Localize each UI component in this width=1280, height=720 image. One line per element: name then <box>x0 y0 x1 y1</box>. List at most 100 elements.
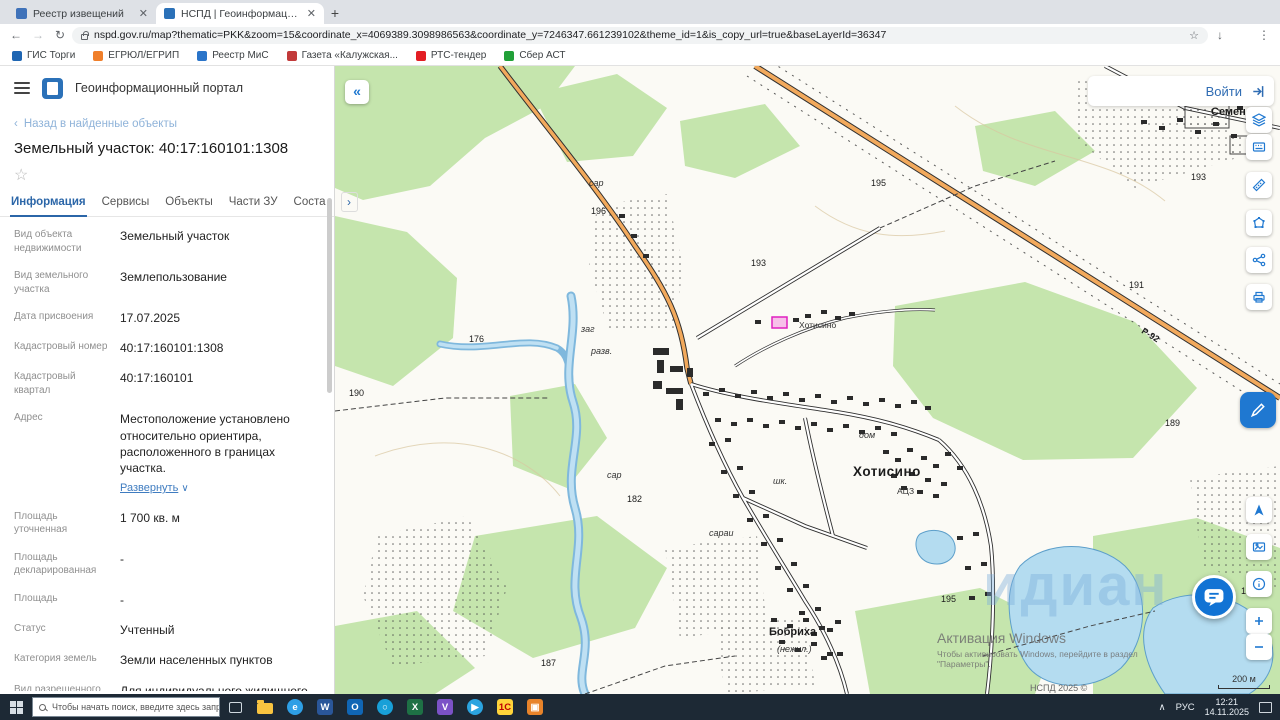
tab-favicon <box>164 8 175 19</box>
legend-button[interactable] <box>1246 134 1272 160</box>
system-tray: ∧ РУС 12:21 14.11.2025 <box>1159 697 1280 718</box>
tabs-scroll-right-icon[interactable]: › <box>340 191 358 212</box>
bookmark-star-icon[interactable]: ☆ <box>1189 29 1199 42</box>
field-value: 1 700 кв. м <box>120 510 180 525</box>
telegram-icon: ▶ <box>467 699 483 715</box>
word-icon: W <box>317 699 333 715</box>
browser-tabstrip: Реестр извещений ✕ НСПД | Геоинформацион… <box>0 0 1280 24</box>
tab-close-icon[interactable]: ✕ <box>139 7 148 20</box>
map-label: 176 <box>469 334 485 344</box>
task-view-button[interactable] <box>220 694 250 720</box>
bookmark-item[interactable]: Реестр МиС <box>197 50 269 61</box>
photos-icon: ▣ <box>527 699 543 715</box>
zoom-in-button[interactable] <box>1246 608 1272 634</box>
file-explorer-icon <box>257 700 273 714</box>
print-button[interactable] <box>1246 284 1272 310</box>
tray-expand-icon[interactable]: ∧ <box>1159 702 1166 713</box>
panel-scrollbar[interactable] <box>327 198 332 393</box>
location-button[interactable] <box>1246 497 1272 523</box>
bookmark-item[interactable]: Газета «Калужская... <box>286 50 398 61</box>
field-label: Дата присвоения <box>14 311 94 322</box>
select-area-button[interactable] <box>1246 210 1272 236</box>
collapse-panel-button[interactable]: « <box>345 80 369 104</box>
map-label: сараи <box>709 528 734 538</box>
map-label: дом <box>859 430 876 440</box>
share-button[interactable] <box>1246 247 1272 273</box>
login-button[interactable]: Войти <box>1088 76 1274 106</box>
favorite-star-icon[interactable]: ☆ <box>14 167 28 184</box>
excel-button[interactable]: X <box>400 694 430 720</box>
bookmark-favicon <box>93 50 104 61</box>
reload-icon[interactable]: ↻ <box>50 28 70 42</box>
bookmark-label: ГИС Торги <box>27 50 76 61</box>
one-c-button[interactable]: 1С <box>490 694 520 720</box>
zoom-out-button[interactable] <box>1246 634 1272 660</box>
field-value: Земли населенных пунктов <box>120 653 273 668</box>
telegram-button[interactable]: ▶ <box>460 694 490 720</box>
taskbar-apps: e W O ○ X V ▶ 1С ▣ <box>250 694 550 720</box>
bookmarks-bar-items: ГИС Торги ЕГРЮЛ/ЕГРИП Реестр МиС Газета «Ка… <box>0 46 1280 66</box>
map-scale: 200 м <box>1218 674 1270 689</box>
expand-link[interactable]: Развернуть <box>120 481 178 496</box>
panel-tab[interactable]: Части ЗУ <box>228 187 279 217</box>
draw-tool-button[interactable] <box>1240 392 1276 428</box>
panel-tab[interactable]: Сервисы <box>101 187 151 217</box>
download-icon[interactable]: ↓ <box>1210 28 1230 42</box>
browser-tab-1[interactable]: Реестр извещений ✕ <box>8 3 156 24</box>
bookmark-item[interactable]: Сбер АСТ <box>504 50 566 61</box>
field-value: Местоположение установлено относительно … <box>120 412 290 496</box>
highlighted-parcel[interactable] <box>771 316 788 329</box>
panel-tab[interactable]: Объекты <box>164 187 213 217</box>
windows-logo-icon <box>9 700 23 714</box>
browser-icon: ○ <box>377 699 393 715</box>
map-label: разв. <box>591 346 613 356</box>
field-label: Площадь декларированная <box>14 551 97 577</box>
field-row: Статус Учтенный <box>0 615 334 645</box>
language-indicator[interactable]: РУС <box>1176 702 1195 713</box>
edge-browser-button[interactable]: e <box>280 694 310 720</box>
basemap-button[interactable] <box>1246 534 1272 560</box>
photos-button[interactable]: ▣ <box>520 694 550 720</box>
taskbar-clock[interactable]: 12:21 14.11.2025 <box>1205 697 1249 718</box>
bookmark-label: Сбер АСТ <box>519 50 566 61</box>
field-value: Учтенный <box>120 623 175 638</box>
nspd-logo[interactable] <box>42 77 63 99</box>
panel-tabs: Информация Сервисы Объекты Части ЗУ Соста <box>10 187 327 217</box>
back-icon[interactable]: ← <box>6 28 26 42</box>
bookmark-item[interactable]: ЕГРЮЛ/ЕГРИП <box>93 50 179 61</box>
back-to-results-link[interactable]: ‹ Назад в найденные объекты <box>14 118 320 130</box>
field-row: Площадь декларированная - <box>0 544 334 585</box>
app-purple-icon: V <box>437 699 453 715</box>
browser-button[interactable]: ○ <box>370 694 400 720</box>
panel-tab[interactable]: Информация <box>10 187 87 217</box>
browser-tab-2[interactable]: НСПД | Геоинформационный п ✕ <box>156 3 324 24</box>
identify-button[interactable] <box>1246 571 1272 597</box>
browser-navbar: ← → ↻ nspd.gov.ru/map?thematic=PKK&zoom=… <box>0 24 1280 46</box>
measure-button[interactable] <box>1246 172 1272 198</box>
map-label: Бобриха <box>769 626 817 638</box>
map-label: (нежил.) <box>777 644 812 654</box>
field-row: Кадастровый номер 40:17:160101:1308 <box>0 333 334 363</box>
outlook-button[interactable]: O <box>340 694 370 720</box>
chat-button[interactable] <box>1192 575 1236 619</box>
notification-center-icon[interactable] <box>1259 701 1272 713</box>
start-button[interactable] <box>0 694 32 720</box>
file-explorer-button[interactable] <box>250 694 280 720</box>
menu-icon[interactable] <box>14 82 30 94</box>
new-tab-button[interactable]: + <box>324 2 346 24</box>
panel-tab[interactable]: Соста <box>293 187 327 217</box>
bookmark-item[interactable]: ГИС Торги <box>12 50 75 61</box>
url-bar[interactable]: nspd.gov.ru/map?thematic=PKK&zoom=15&coo… <box>72 26 1208 44</box>
bookmark-item[interactable]: РТС-тендер <box>415 50 486 61</box>
browser-menu-icon[interactable]: ⋮ <box>1254 28 1274 42</box>
bookmark-favicon <box>197 50 208 61</box>
app-title: Геоинформационный портал <box>75 81 244 95</box>
panel-fields: Вид объекта недвижимости Земельный участо… <box>0 217 334 691</box>
tab-close-icon[interactable]: ✕ <box>307 7 316 20</box>
forward-icon[interactable]: → <box>28 28 48 42</box>
app-purple-button[interactable]: V <box>430 694 460 720</box>
layers-button[interactable] <box>1246 107 1272 133</box>
taskbar-search-input[interactable]: Чтобы начать поиск, введите здесь запрос <box>32 697 220 717</box>
word-button[interactable]: W <box>310 694 340 720</box>
map-canvas[interactable]: Семеновка 193 195 сар 196 193 191 Хотисино Р-92 1… <box>335 66 1280 694</box>
